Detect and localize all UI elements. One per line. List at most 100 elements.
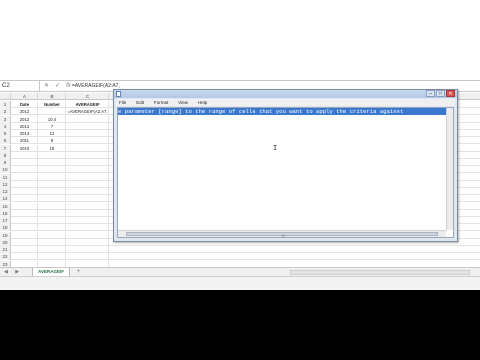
cell-c[interactable] <box>67 246 109 253</box>
close-button[interactable]: ✕ <box>446 90 455 97</box>
cell-c[interactable] <box>67 224 109 232</box>
cell-b[interactable]: 7 <box>39 122 66 130</box>
cell-a[interactable]: 2011 <box>12 137 38 145</box>
cell-a[interactable] <box>12 151 38 159</box>
cell-b[interactable] <box>39 224 66 232</box>
cell-b[interactable] <box>39 166 66 174</box>
cell-b[interactable]: 10.4 <box>39 115 66 123</box>
cell-a[interactable] <box>12 217 38 224</box>
cell-c[interactable]: =AVERAGEIF(A2:A7, <box>67 108 109 116</box>
maximize-button[interactable]: □ <box>436 90 445 97</box>
cell-b[interactable] <box>39 209 66 217</box>
notepad-title-bar[interactable]: – □ ✕ <box>114 90 457 98</box>
cell-b[interactable] <box>39 253 66 261</box>
cell-b[interactable] <box>39 159 66 166</box>
cell-c[interactable] <box>67 217 109 224</box>
cell-c[interactable] <box>67 115 109 123</box>
cell-b[interactable]: Number <box>39 101 66 108</box>
row-header[interactable]: 22 <box>0 253 11 261</box>
cell-c[interactable] <box>67 130 109 137</box>
select-all-corner[interactable] <box>0 93 11 100</box>
cell-c[interactable]: AVERAGEIF <box>67 101 109 108</box>
cell-a[interactable] <box>12 238 38 246</box>
cell-a[interactable]: Date <box>12 101 38 108</box>
cell-c[interactable] <box>67 188 109 195</box>
row-header[interactable]: 12 <box>0 180 11 188</box>
cell-b[interactable] <box>39 173 66 181</box>
fx-icon[interactable]: fx <box>66 81 71 92</box>
cell-b[interactable]: 8 <box>39 137 66 145</box>
notepad-horizontal-scrollbar[interactable]: ⁞⁞⁞ <box>118 230 446 237</box>
cell-a[interactable] <box>12 159 38 166</box>
cell-a[interactable]: 2013 <box>12 130 38 137</box>
cell-c[interactable] <box>67 159 109 166</box>
cell-b[interactable] <box>39 246 66 253</box>
row-header[interactable]: 5 <box>0 130 11 137</box>
cell-c[interactable] <box>67 137 109 145</box>
notepad-text-area[interactable]: e parameter [range] to the range of cell… <box>117 107 454 238</box>
cell-b[interactable] <box>39 180 66 188</box>
cell-a[interactable]: 2012 <box>12 108 38 116</box>
row-header[interactable]: 18 <box>0 224 11 232</box>
horizontal-scroll-thumb[interactable]: ⁞⁞⁞ <box>126 232 438 237</box>
cell-b[interactable] <box>39 231 66 239</box>
cell-b[interactable] <box>39 188 66 195</box>
minimize-button[interactable]: – <box>426 90 435 97</box>
notepad-vertical-scrollbar[interactable] <box>446 108 453 230</box>
cell-a[interactable] <box>12 231 38 239</box>
row-header[interactable]: 19 <box>0 231 11 239</box>
cell-b[interactable] <box>39 238 66 246</box>
x-icon[interactable]: ✕ <box>44 81 49 92</box>
column-header-a[interactable]: A <box>12 93 38 100</box>
cell-b[interactable] <box>39 151 66 159</box>
cell-c[interactable] <box>67 195 109 203</box>
cell-a[interactable] <box>12 166 38 174</box>
name-box[interactable]: C2 <box>0 81 40 92</box>
row-header[interactable]: 6 <box>0 137 11 145</box>
row-header[interactable]: 10 <box>0 166 11 174</box>
horizontal-scrollbar[interactable] <box>290 270 470 275</box>
cell-a[interactable] <box>12 224 38 232</box>
cell-b[interactable] <box>39 108 66 116</box>
menu-view[interactable]: View <box>178 99 188 106</box>
cell-c[interactable] <box>67 166 109 174</box>
cell-a[interactable] <box>12 173 38 181</box>
cell-a[interactable] <box>12 188 38 195</box>
row-header[interactable]: 14 <box>0 195 11 203</box>
row-header[interactable]: 7 <box>0 144 11 152</box>
cell-a[interactable] <box>12 180 38 188</box>
cell-b[interactable] <box>39 217 66 224</box>
row-header[interactable]: 9 <box>0 159 11 166</box>
cell-a[interactable]: 2010 <box>12 144 38 152</box>
menu-edit[interactable]: Edit <box>136 99 144 106</box>
cell-c[interactable] <box>67 231 109 239</box>
row-header[interactable]: 20 <box>0 238 11 246</box>
cell-c[interactable] <box>67 122 109 130</box>
cell-c[interactable] <box>67 238 109 246</box>
cell-a[interactable] <box>12 195 38 203</box>
row-header[interactable]: 15 <box>0 202 11 210</box>
cell-b[interactable] <box>39 195 66 203</box>
row-header[interactable]: 11 <box>0 173 11 181</box>
column-header-b[interactable]: B <box>39 93 66 100</box>
row-header[interactable]: 17 <box>0 217 11 224</box>
cell-a[interactable] <box>12 253 38 261</box>
cell-a[interactable] <box>12 202 38 210</box>
cell-c[interactable] <box>67 180 109 188</box>
check-icon[interactable]: ✓ <box>55 81 60 92</box>
cell-c[interactable] <box>67 173 109 181</box>
row-header[interactable]: 21 <box>0 246 11 253</box>
row-header[interactable]: 3 <box>0 115 11 123</box>
row-header[interactable]: 13 <box>0 188 11 195</box>
menu-file[interactable]: File <box>119 99 126 106</box>
row-header[interactable]: 16 <box>0 209 11 217</box>
row-header[interactable]: 8 <box>0 151 11 159</box>
row-header[interactable]: 2 <box>0 108 11 116</box>
cell-a[interactable]: 2012 <box>12 122 38 130</box>
cell-a[interactable] <box>12 246 38 253</box>
cell-c[interactable] <box>67 253 109 261</box>
cell-a[interactable]: 2012 <box>12 115 38 123</box>
cell-b[interactable]: 15 <box>39 144 66 152</box>
row-header[interactable]: 4 <box>0 122 11 130</box>
menu-help[interactable]: Help <box>198 99 207 106</box>
